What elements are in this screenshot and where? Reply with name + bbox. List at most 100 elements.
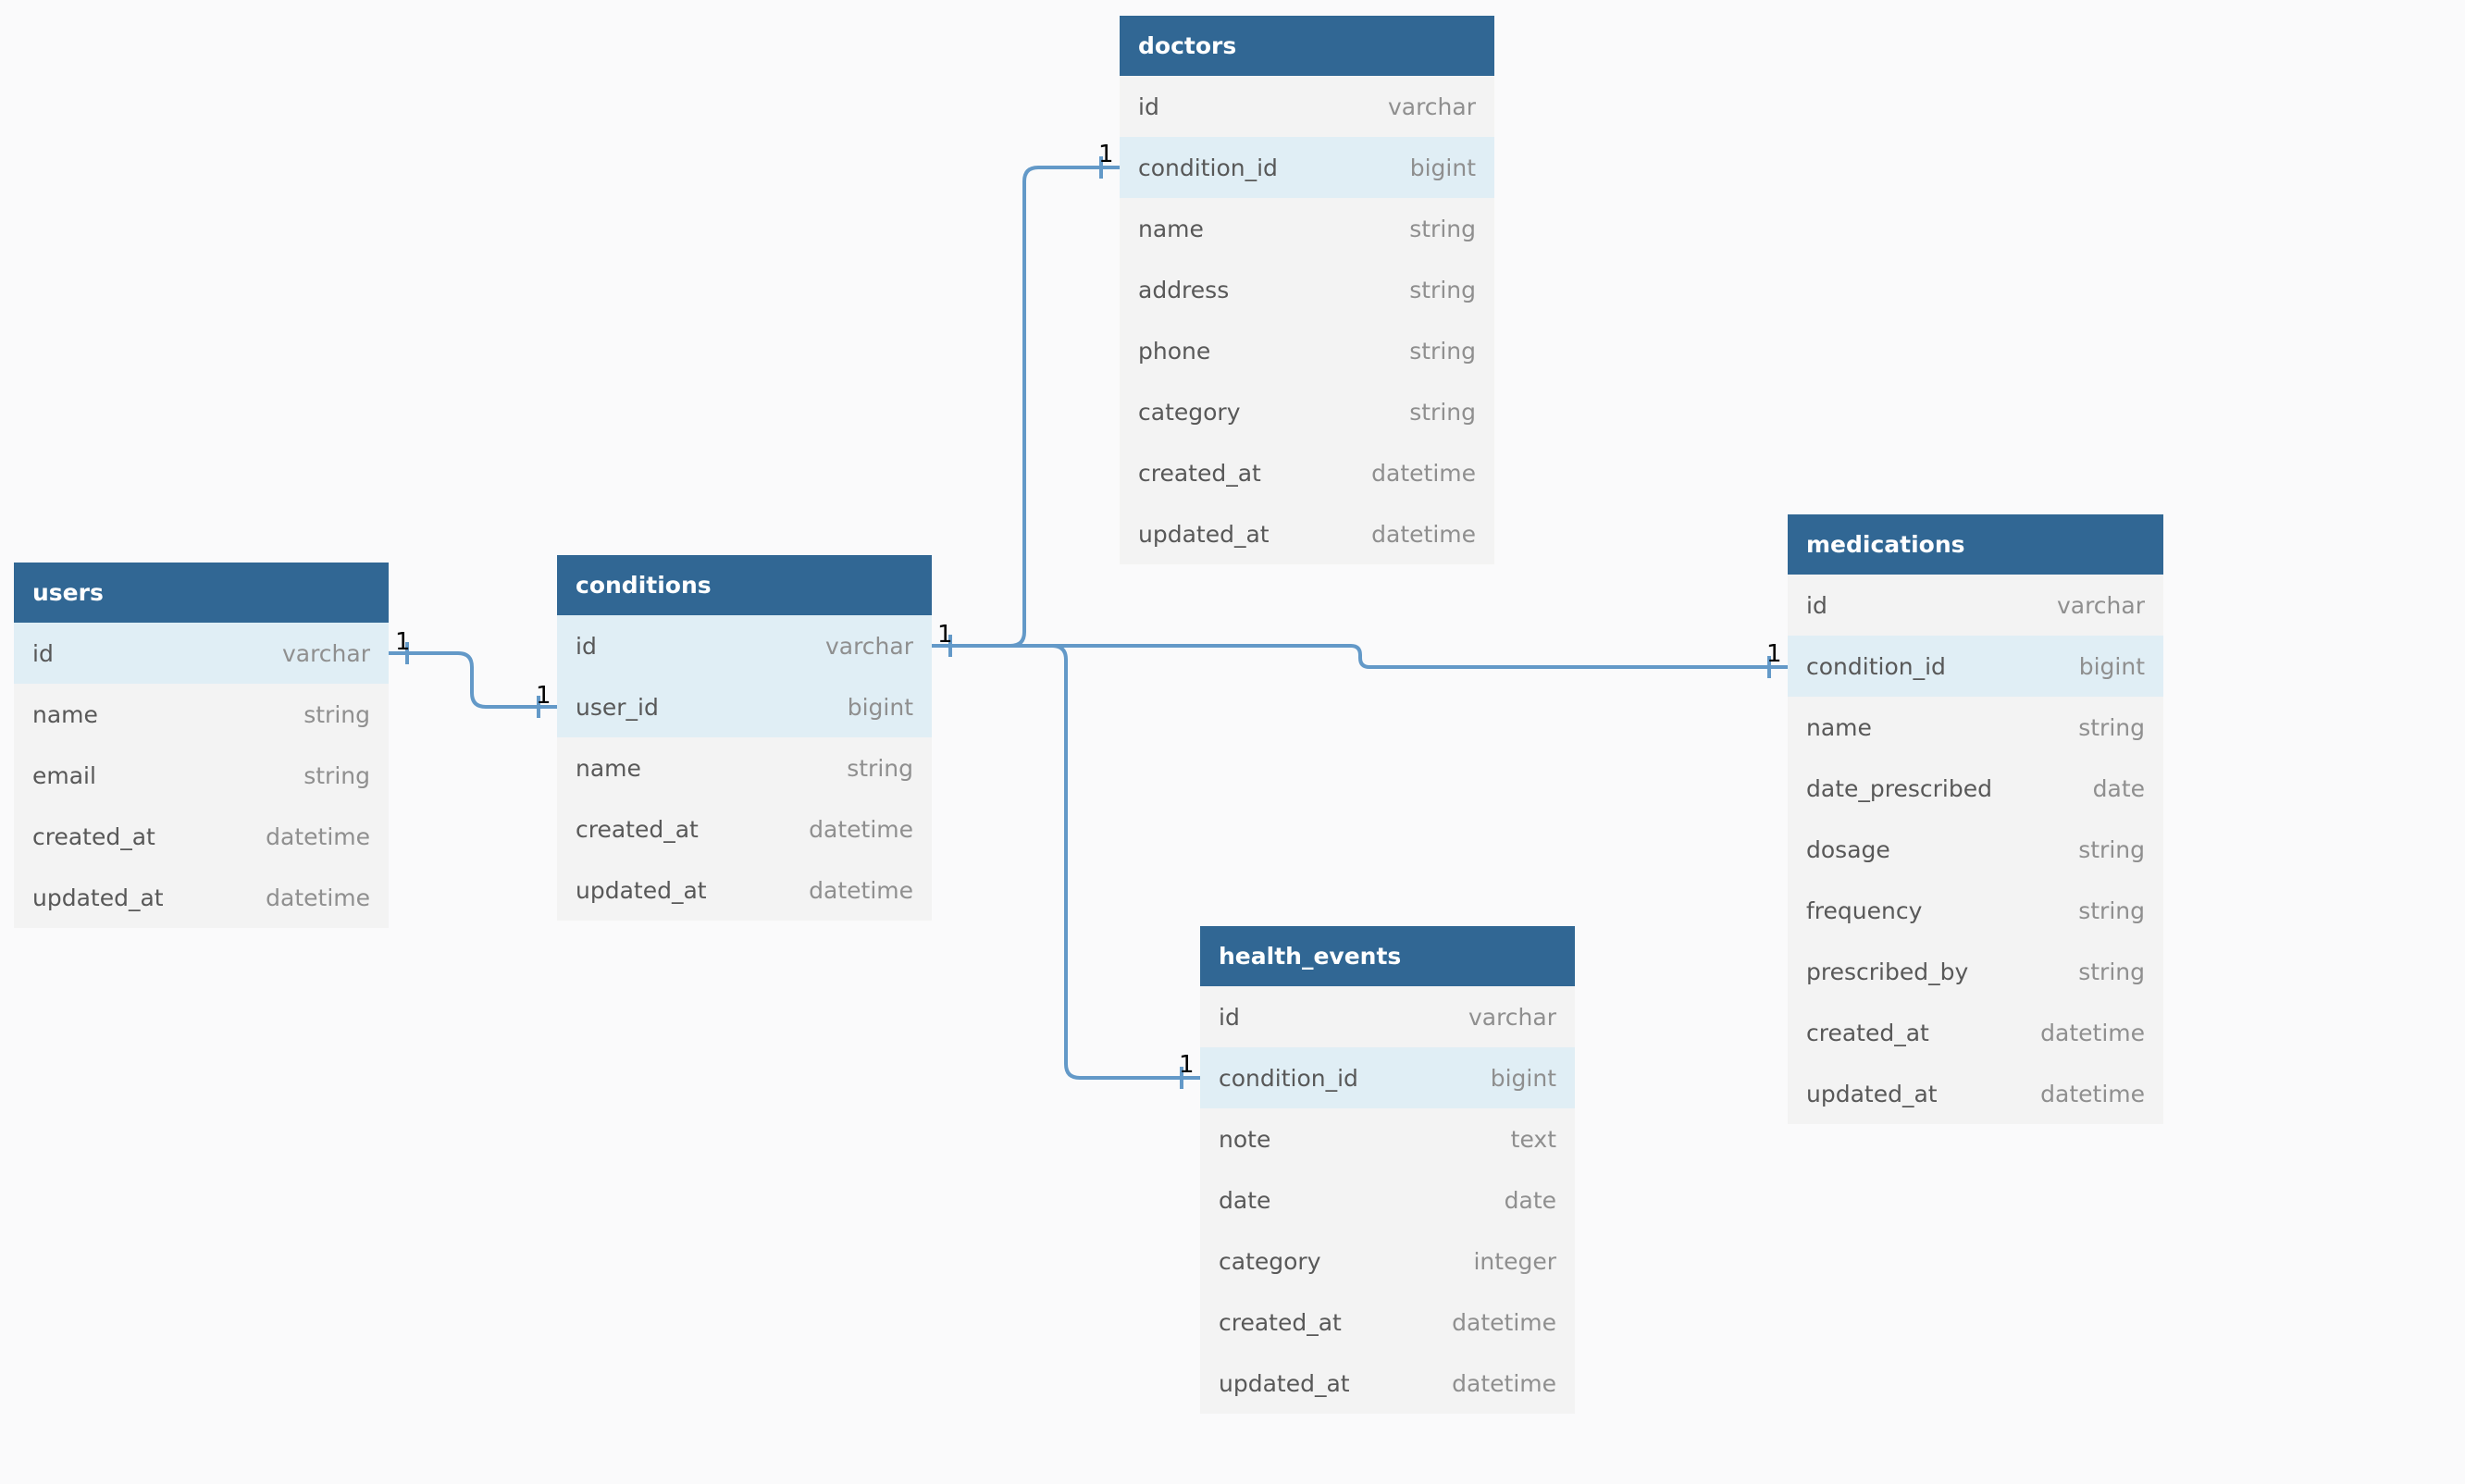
field-row[interactable]: address string (1120, 259, 1494, 320)
field-row[interactable]: id varchar (557, 615, 932, 676)
field-row[interactable]: condition_id bigint (1200, 1047, 1575, 1108)
field-row[interactable]: created_at datetime (14, 806, 389, 867)
field-name: category (1219, 1247, 1321, 1275)
field-name: created_at (32, 822, 155, 850)
field-row[interactable]: name string (557, 737, 932, 798)
table-header[interactable]: medications (1788, 514, 2163, 575)
field-name: frequency (1806, 897, 1923, 924)
field-type: bigint (847, 693, 913, 721)
field-row[interactable]: frequency string (1788, 880, 2163, 941)
field-row[interactable]: note text (1200, 1108, 1575, 1169)
field-type: string (2078, 897, 2145, 924)
field-name: prescribed_by (1806, 958, 1969, 985)
table-doctors[interactable]: doctors id varchar condition_id bigint nam… (1120, 16, 1494, 564)
field-row[interactable]: id varchar (1200, 986, 1575, 1047)
cardinality-label: 1 (1098, 141, 1114, 168)
field-type: string (303, 700, 370, 728)
cardinality-label: 1 (536, 682, 551, 710)
field-name: condition_id (1138, 154, 1278, 181)
field-name: created_at (1806, 1019, 1929, 1046)
connector-line[interactable] (932, 644, 1200, 1080)
field-row[interactable]: created_at datetime (1788, 1002, 2163, 1063)
field-row[interactable]: id varchar (1120, 76, 1494, 137)
field-name: user_id (576, 693, 659, 721)
field-name: created_at (1138, 459, 1261, 487)
field-name: id (32, 639, 54, 667)
field-row[interactable]: created_at datetime (1200, 1292, 1575, 1353)
field-type: bigint (1490, 1064, 1556, 1092)
field-type: string (1409, 215, 1476, 242)
field-type: bigint (2078, 652, 2145, 680)
field-row[interactable]: user_id bigint (557, 676, 932, 737)
field-type: string (2078, 835, 2145, 863)
field-row[interactable]: date_prescribed date (1788, 758, 2163, 819)
field-name: address (1138, 276, 1230, 303)
field-name: id (1138, 93, 1159, 120)
field-row[interactable]: date date (1200, 1169, 1575, 1230)
field-type: datetime (266, 884, 370, 911)
field-type: string (847, 754, 913, 782)
field-type: string (1409, 276, 1476, 303)
field-name: name (1138, 215, 1204, 242)
field-row[interactable]: condition_id bigint (1120, 137, 1494, 198)
table-header[interactable]: users (14, 563, 389, 623)
field-name: id (576, 632, 597, 660)
field-row[interactable]: prescribed_by string (1788, 941, 2163, 1002)
field-row[interactable]: condition_id bigint (1788, 636, 2163, 697)
field-type: datetime (809, 815, 913, 843)
table-conditions[interactable]: conditions id varchar user_id bigint name s… (557, 555, 932, 921)
field-row[interactable]: dosage string (1788, 819, 2163, 880)
field-row[interactable]: updated_at datetime (557, 859, 932, 921)
table-header[interactable]: conditions (557, 555, 932, 615)
field-row[interactable]: created_at datetime (557, 798, 932, 859)
field-name: id (1806, 591, 1827, 619)
relationship-conditions-health-events[interactable]: 1 (932, 644, 1200, 1089)
table-medications[interactable]: medications id varchar condition_id bigint… (1788, 514, 2163, 1124)
field-name: created_at (576, 815, 699, 843)
field-row[interactable]: name string (14, 684, 389, 745)
field-name: updated_at (1806, 1080, 1938, 1107)
field-row[interactable]: email string (14, 745, 389, 806)
field-name: updated_at (1138, 520, 1270, 548)
table-users[interactable]: users id varchar name string email string c… (14, 563, 389, 928)
field-type: datetime (1452, 1308, 1556, 1336)
field-name: updated_at (32, 884, 164, 911)
field-row[interactable]: phone string (1120, 320, 1494, 381)
field-row[interactable]: category string (1120, 381, 1494, 442)
field-name: id (1219, 1003, 1240, 1031)
field-name: condition_id (1806, 652, 1946, 680)
table-header[interactable]: doctors (1120, 16, 1494, 76)
connector-line[interactable] (389, 651, 557, 709)
field-name: name (32, 700, 98, 728)
field-name: dosage (1806, 835, 1890, 863)
field-type: date (2092, 774, 2145, 802)
field-type: datetime (2040, 1080, 2145, 1107)
cardinality-label: 1 (1179, 1051, 1195, 1079)
field-name: condition_id (1219, 1064, 1358, 1092)
field-type: datetime (266, 822, 370, 850)
field-type: datetime (1371, 459, 1476, 487)
field-name: note (1219, 1125, 1271, 1153)
relationship-users-conditions[interactable]: 1 1 (389, 628, 557, 718)
field-name: category (1138, 398, 1241, 426)
connector-line[interactable] (932, 166, 1120, 648)
field-row[interactable]: id varchar (1788, 575, 2163, 636)
field-row[interactable]: updated_at datetime (14, 867, 389, 928)
relationship-conditions-doctors[interactable]: 1 1 (932, 141, 1120, 657)
field-row[interactable]: created_at datetime (1120, 442, 1494, 503)
table-header[interactable]: health_events (1200, 926, 1575, 986)
field-row[interactable]: updated_at datetime (1200, 1353, 1575, 1414)
cardinality-label: 1 (395, 628, 411, 656)
field-type: varchar (2056, 591, 2145, 619)
field-row[interactable]: updated_at datetime (1788, 1063, 2163, 1124)
field-row[interactable]: updated_at datetime (1120, 503, 1494, 564)
field-row[interactable]: name string (1120, 198, 1494, 259)
field-row[interactable]: id varchar (14, 623, 389, 684)
field-name: phone (1138, 337, 1211, 365)
field-row[interactable]: category integer (1200, 1230, 1575, 1292)
field-type: datetime (1371, 520, 1476, 548)
field-type: string (303, 761, 370, 789)
field-name: updated_at (576, 876, 707, 904)
field-row[interactable]: name string (1788, 697, 2163, 758)
table-health-events[interactable]: health_events id varchar condition_id bigi… (1200, 926, 1575, 1414)
